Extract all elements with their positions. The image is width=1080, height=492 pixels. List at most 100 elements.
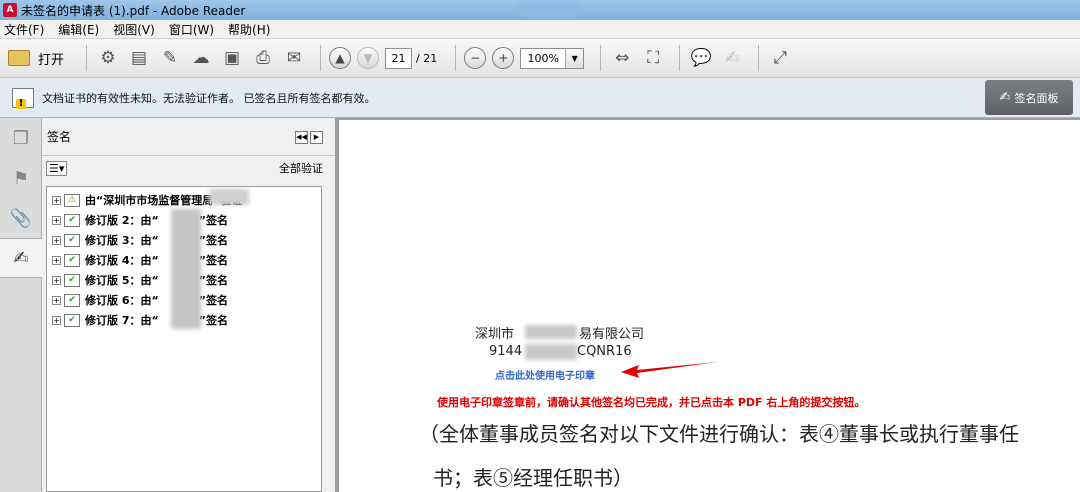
signature-item-label: 修订版 4：由“ (85, 254, 159, 267)
signature-item-label: 修订版 7：由“ (85, 314, 159, 327)
open-button[interactable]: 打开 (8, 49, 64, 68)
page-number-input[interactable]: 21 (385, 47, 413, 69)
menu-edit[interactable]: 编辑(E) (58, 21, 99, 38)
seal-warning-text: 使用电子印章签章前，请确认其他签名均已完成，并已点击本 PDF 右上角的提交按钮… (437, 396, 866, 409)
comment-icon[interactable]: 💬 (688, 45, 714, 71)
chevron-down-icon[interactable]: ▼ (565, 48, 584, 68)
sign-icon[interactable]: ✍ (719, 45, 745, 71)
signature-item-suffix: ”签名 (198, 274, 228, 287)
toolbar-separator (679, 45, 681, 71)
panel-collapse-controls: ◀◀ ▶ (293, 131, 323, 144)
signature-valid-icon: ✔ (64, 253, 80, 267)
pdf-page: 深圳市 易有限公司 9144 CQNR16 点击此处使用电子印章 使用电子印章签… (339, 120, 1080, 492)
edit-icon[interactable]: ✎ (157, 45, 183, 71)
signatures-panel-title: 签名 (47, 130, 72, 144)
signatures-panel: 签名 ◀◀ ▶ ☰▾ 全部验证 + ⚠ 由“深圳市市场监督管理局”验证 + ✔ … (42, 118, 336, 492)
signature-valid-icon: ✔ (64, 313, 80, 327)
signatures-icon[interactable]: ✍ (0, 238, 42, 278)
toolbar-separator (86, 45, 88, 71)
navigation-pane: ❐ ⚑ 📎 ✍ (0, 118, 42, 492)
signature-valid-icon: ✔ (64, 213, 80, 227)
electronic-seal-link[interactable]: 点击此处使用电子印章 (495, 367, 595, 382)
previous-page-icon[interactable]: ▲ (329, 47, 352, 69)
title-bar: A 未签名的申请表 (1).pdf - Adobe Reader (0, 0, 1080, 20)
menu-window[interactable]: 窗口(W) (169, 21, 214, 38)
signature-notice-bar: 文档证书的有效性未知。无法验证作者。 已签名且所有签名都有效。 ✍ 签名面板 (0, 78, 1080, 118)
redacted-area (171, 209, 201, 329)
fit-width-icon[interactable]: ⇔ (609, 45, 635, 71)
signature-tree: + ⚠ 由“深圳市市场监督管理局”验证 + ✔ 修订版 2：由“ ”签名 + ✔ … (46, 186, 322, 492)
redacted-area (525, 344, 577, 360)
fit-page-icon[interactable]: ⛶ (640, 45, 666, 71)
folder-icon (8, 50, 30, 66)
signature-panel-button[interactable]: ✍ 签名面板 (985, 80, 1073, 115)
options-menu-icon[interactable]: ☰▾ (46, 160, 68, 176)
expand-icon[interactable]: + (52, 255, 61, 265)
signature-item-suffix: ”签名 (198, 254, 228, 267)
email-icon[interactable]: ✉ (281, 45, 307, 71)
signature-item-suffix: ”签名 (198, 214, 228, 227)
signature-item-suffix: ”签名 (198, 314, 228, 327)
next-page-icon[interactable]: ▼ (357, 47, 380, 69)
upload-cloud-icon[interactable]: ☁ (188, 45, 214, 71)
toolbar-separator (320, 45, 322, 71)
collapse-left-icon[interactable]: ◀◀ (295, 131, 308, 144)
expand-icon[interactable]: + (52, 295, 61, 305)
redacted-area (209, 189, 249, 205)
arrow-shape (621, 362, 717, 378)
attachment-icon[interactable]: 📎 (0, 198, 42, 238)
menu-file[interactable]: 文件(F) (4, 21, 44, 38)
signatures-subbar: ☰▾ 全部验证 (42, 156, 335, 180)
signature-item[interactable]: + ⚠ 由“深圳市市场监督管理局”验证 (47, 190, 321, 210)
zoom-in-icon[interactable]: + (492, 47, 515, 69)
bookmark-icon[interactable]: ⚑ (0, 158, 42, 198)
adobe-reader-icon: A (3, 3, 17, 17)
company-name-suffix: 易有限公司 (579, 327, 645, 342)
redacted-area (525, 325, 577, 339)
collapse-right-icon[interactable]: ▶ (310, 131, 323, 144)
zoom-value: 100% (527, 51, 559, 65)
signature-notice-message: 文档证书的有效性未知。无法验证作者。 已签名且所有签名都有效。 (42, 91, 376, 105)
signature-item-label: 修订版 2：由“ (85, 214, 159, 227)
document-viewport[interactable]: 深圳市 易有限公司 9144 CQNR16 点击此处使用电子印章 使用电子印章签… (336, 118, 1080, 492)
export-pdf-icon[interactable]: ▤ (126, 45, 152, 71)
save-icon[interactable]: ▣ (219, 45, 245, 71)
menu-view[interactable]: 视图(V) (113, 21, 155, 38)
signature-panel-label: 签名面板 (1014, 91, 1059, 105)
verify-all-button[interactable]: 全部验证 (279, 160, 323, 176)
zoom-select[interactable]: 100% ▼ (520, 47, 585, 69)
document-line-1: （全体董事成员签名对以下文件进行确认：表④董事长或执行董事任 (419, 422, 1019, 446)
full-screen-icon[interactable]: ⤢ (767, 45, 793, 71)
toolbar-separator (600, 45, 602, 71)
expand-icon[interactable]: + (52, 315, 61, 325)
expand-icon[interactable]: + (52, 275, 61, 285)
toolbar-separator (758, 45, 760, 71)
zoom-out-icon[interactable]: − (464, 47, 487, 69)
signature-item-suffix: ”签名 (198, 294, 228, 307)
signature-warning-icon: ⚠ (64, 193, 80, 207)
pages-icon[interactable]: ❐ (0, 118, 42, 158)
expand-icon[interactable]: + (52, 235, 61, 245)
signature-item-label: 修订版 6：由“ (85, 294, 159, 307)
create-pdf-icon[interactable]: ⚙ (95, 45, 121, 71)
toolbar-separator (455, 45, 457, 71)
print-icon[interactable]: ⎙ (250, 45, 276, 71)
signature-valid-icon: ✔ (64, 293, 80, 307)
window-title: 未签名的申请表 (1).pdf - Adobe Reader (21, 3, 246, 18)
document-line-2: 书；表⑤经理任职书） (433, 466, 633, 490)
redacted-area (520, 3, 580, 17)
signatures-panel-header: 签名 ◀◀ ▶ (42, 118, 335, 156)
menu-help[interactable]: 帮助(H) (228, 21, 270, 38)
expand-icon[interactable]: + (52, 195, 61, 205)
open-label: 打开 (38, 52, 65, 68)
signature-item-suffix: ”签名 (198, 234, 228, 247)
red-arrow (621, 362, 717, 378)
expand-icon[interactable]: + (52, 215, 61, 225)
signature-valid-icon: ✔ (64, 273, 80, 287)
toolbar: 打开 ⚙ ▤ ✎ ☁ ▣ ⎙ ✉ ▲ ▼ 21 / 21 − + 100% ▼ … (0, 39, 1080, 78)
company-name-prefix: 深圳市 (475, 327, 515, 342)
signature-warning-icon (12, 87, 34, 109)
signature-item-label: 修订版 5：由“ (85, 274, 159, 287)
credit-code-suffix: CQNR16 (577, 344, 632, 359)
signature-item-label: 修订版 3：由“ (85, 234, 159, 247)
